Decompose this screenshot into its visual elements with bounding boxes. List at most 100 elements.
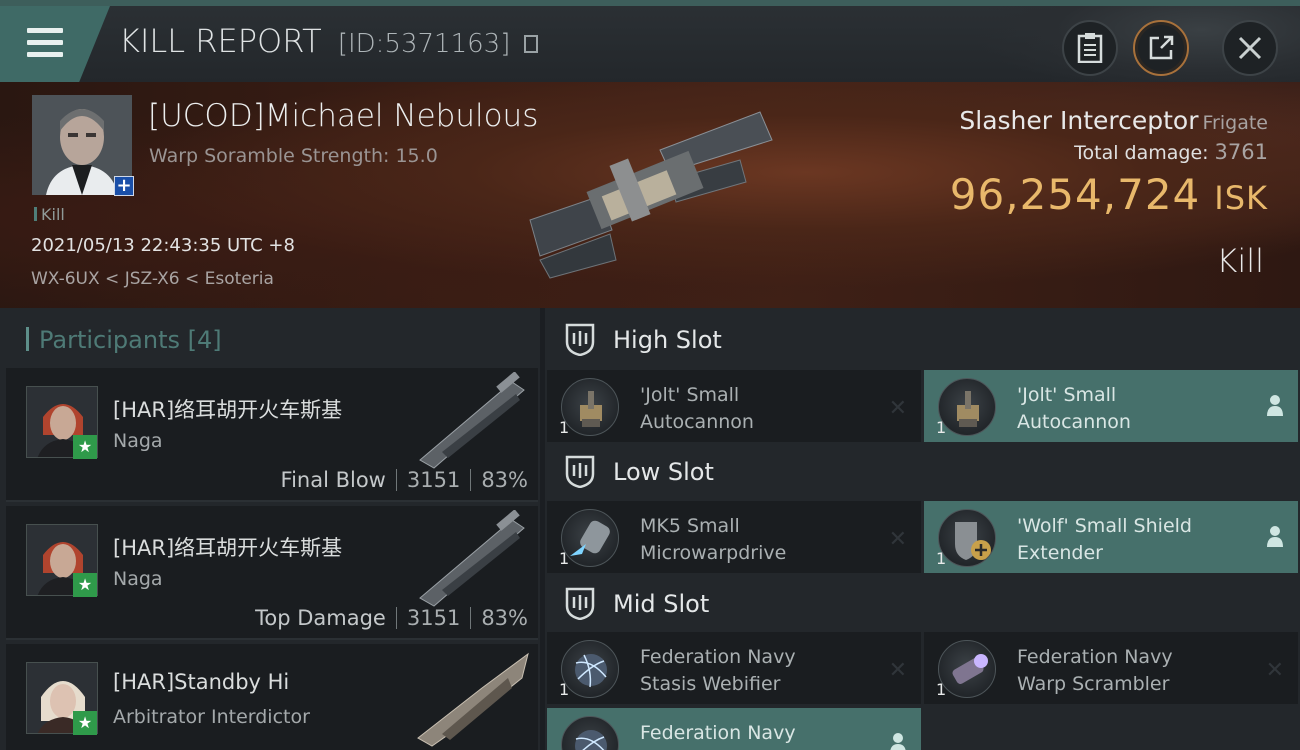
destroyed-icon: ✕ bbox=[888, 527, 907, 552]
corp-star-icon: ★ bbox=[73, 435, 97, 459]
module-name: 'Wolf' Small Shield Extender bbox=[1017, 513, 1192, 567]
module-name: Federation Navy Stasis Webifier bbox=[640, 644, 796, 698]
participant-percent: 83% bbox=[481, 606, 528, 630]
page-title-text: KILL REPORT bbox=[119, 22, 322, 60]
module-quantity: 1 bbox=[559, 680, 570, 699]
module-item[interactable]: 1 MK5 Small Microwarpdrive ✕ bbox=[547, 501, 921, 573]
total-damage-value: 3761 bbox=[1214, 140, 1268, 164]
module-name-line1: Federation Navy bbox=[1017, 646, 1173, 668]
destroyed-icon: ✕ bbox=[1265, 658, 1284, 683]
participants-header: Participants [4] bbox=[26, 326, 222, 354]
shield-extender-icon bbox=[938, 509, 996, 567]
module-name-line2: Microwarpdrive bbox=[640, 542, 787, 564]
module-name-line1: Federation Navy bbox=[640, 722, 796, 744]
participant-ship-image bbox=[419, 372, 525, 469]
module-quantity: 1 bbox=[936, 549, 947, 568]
module-item[interactable]: 1 'Jolt' Small Autocannon bbox=[924, 370, 1298, 442]
hamburger-icon bbox=[27, 28, 63, 64]
kill-tag: Kill bbox=[34, 205, 65, 224]
copy-id-icon[interactable] bbox=[523, 35, 538, 53]
module-quantity: 1 bbox=[559, 418, 570, 437]
ship-class: Frigate bbox=[1202, 112, 1268, 134]
isk-value: 96,254,724 ISK bbox=[950, 170, 1268, 219]
module-name-line1: 'Jolt' Small bbox=[640, 384, 740, 406]
module-name-line2: Autocannon bbox=[1017, 411, 1131, 433]
module-name-line2: Stasis Webifier bbox=[640, 673, 781, 695]
kill-timestamp: 2021/05/13 22:43:35 UTC +8 bbox=[31, 235, 295, 256]
participant-stats: Final Blow 3151 83% bbox=[281, 468, 528, 492]
warp-scrambler-icon bbox=[938, 640, 996, 698]
participant-row[interactable]: ★ [HAR]络耳胡开火车斯基 Naga Top Damage 3151 83% bbox=[6, 506, 538, 640]
participant-ship: Arbitrator Interdictor bbox=[113, 706, 310, 728]
share-button[interactable] bbox=[1133, 20, 1189, 76]
participant-row[interactable]: ★ [HAR]络耳胡开火车斯基 Naga Final Blow 3151 83% bbox=[6, 368, 538, 502]
total-damage: Total damage: 3761 bbox=[1074, 140, 1268, 164]
isk-amount: 96,254,724 bbox=[949, 170, 1201, 219]
outcome-label: Kill bbox=[1216, 242, 1264, 280]
low-slot-icon bbox=[565, 455, 595, 488]
mid-slot-title: Mid Slot bbox=[613, 590, 710, 618]
report-id: [ID:5371163] bbox=[337, 29, 511, 59]
module-item[interactable]: Federation Navy bbox=[547, 708, 921, 750]
menu-button[interactable] bbox=[0, 6, 110, 82]
module-item[interactable]: 1 'Jolt' Small Autocannon ✕ bbox=[547, 370, 921, 442]
participant-name: [HAR]络耳胡开火车斯基 bbox=[113, 398, 343, 422]
autocannon-icon bbox=[938, 378, 996, 436]
module-name-line1: MK5 Small bbox=[640, 515, 740, 537]
person-icon bbox=[890, 733, 906, 750]
participant-ship: Naga bbox=[113, 568, 163, 590]
participant-role: Final Blow bbox=[280, 468, 386, 492]
module-item[interactable]: 1 'Wolf' Small Shield Extender bbox=[924, 501, 1298, 573]
stasis-webifier-icon bbox=[561, 640, 619, 698]
module-quantity: 1 bbox=[936, 418, 947, 437]
module-quantity: 1 bbox=[936, 680, 947, 699]
module-item[interactable]: 1 Federation Navy Warp Scrambler ✕ bbox=[924, 632, 1298, 704]
module-name-line1: 'Jolt' Small bbox=[1017, 384, 1117, 406]
participant-ship: Naga bbox=[113, 430, 163, 452]
warp-scramble-strength: Warp Soramble Strength: 15.0 bbox=[149, 145, 438, 167]
module-name-line2: Extender bbox=[1017, 542, 1103, 564]
participant-row[interactable]: ★ [HAR]Standby Hi Arbitrator Interdictor bbox=[6, 644, 538, 750]
module-name-line1: 'Wolf' Small Shield bbox=[1017, 515, 1192, 537]
victim-header: + [UCOD]Michael Nebulous Warp Soramble S… bbox=[0, 82, 1300, 308]
corp-star-icon: ★ bbox=[73, 573, 97, 597]
participant-ship-image bbox=[419, 510, 525, 607]
victim-name: [UCOD]Michael Nebulous bbox=[148, 98, 539, 134]
close-icon bbox=[1238, 36, 1262, 60]
share-icon bbox=[1149, 35, 1174, 60]
close-button[interactable] bbox=[1222, 20, 1278, 76]
corp-star-icon: ★ bbox=[73, 711, 97, 735]
victim-ship-name[interactable]: Slasher Interceptor Frigate bbox=[959, 106, 1268, 135]
title-bar: KILL REPORT [ID:5371163] bbox=[0, 0, 1300, 82]
module-item[interactable]: 1 Federation Navy Stasis Webifier ✕ bbox=[547, 632, 921, 704]
module-name-line2: Autocannon bbox=[640, 411, 754, 433]
destroyed-icon: ✕ bbox=[888, 396, 907, 421]
module-name: 'Jolt' Small Autocannon bbox=[1017, 382, 1131, 436]
participant-name: [HAR]络耳胡开火车斯基 bbox=[113, 536, 343, 560]
clipboard-button[interactable] bbox=[1062, 20, 1118, 76]
participants-count: [4] bbox=[187, 326, 222, 354]
participant-role: Top Damage bbox=[255, 606, 386, 630]
microwarpdrive-icon bbox=[561, 509, 619, 567]
mid-slot-header: Mid Slot bbox=[545, 572, 1300, 632]
victim-ship-image bbox=[529, 111, 773, 279]
participant-damage: 3151 bbox=[406, 468, 461, 492]
participant-name: [HAR]Standby Hi bbox=[113, 670, 290, 694]
kill-location[interactable]: WX-6UX < JSZ-X6 < Esoteria bbox=[31, 269, 274, 289]
module-icon bbox=[561, 716, 619, 750]
module-name: Federation Navy bbox=[640, 720, 796, 747]
participants-panel: Participants [4] ★ [HAR]络耳胡开火车斯基 Naga Fi… bbox=[0, 308, 540, 750]
fitting-panel: High Slot 1 'Jolt' Small Autocannon ✕ 1 '… bbox=[545, 308, 1300, 750]
mid-slot-icon bbox=[565, 587, 595, 620]
participant-damage: 3151 bbox=[406, 606, 461, 630]
low-slot-title: Low Slot bbox=[613, 458, 714, 486]
participant-stats: Top Damage 3151 83% bbox=[255, 606, 528, 630]
participants-label: Participants bbox=[39, 326, 180, 354]
add-contact-icon[interactable]: + bbox=[114, 176, 134, 196]
module-name: Federation Navy Warp Scrambler bbox=[1017, 644, 1173, 698]
person-icon bbox=[1267, 395, 1283, 416]
clipboard-icon bbox=[1077, 33, 1103, 63]
high-slot-header: High Slot bbox=[545, 308, 1300, 368]
person-icon bbox=[1267, 526, 1283, 547]
ship-name-text: Slasher Interceptor bbox=[959, 106, 1199, 135]
